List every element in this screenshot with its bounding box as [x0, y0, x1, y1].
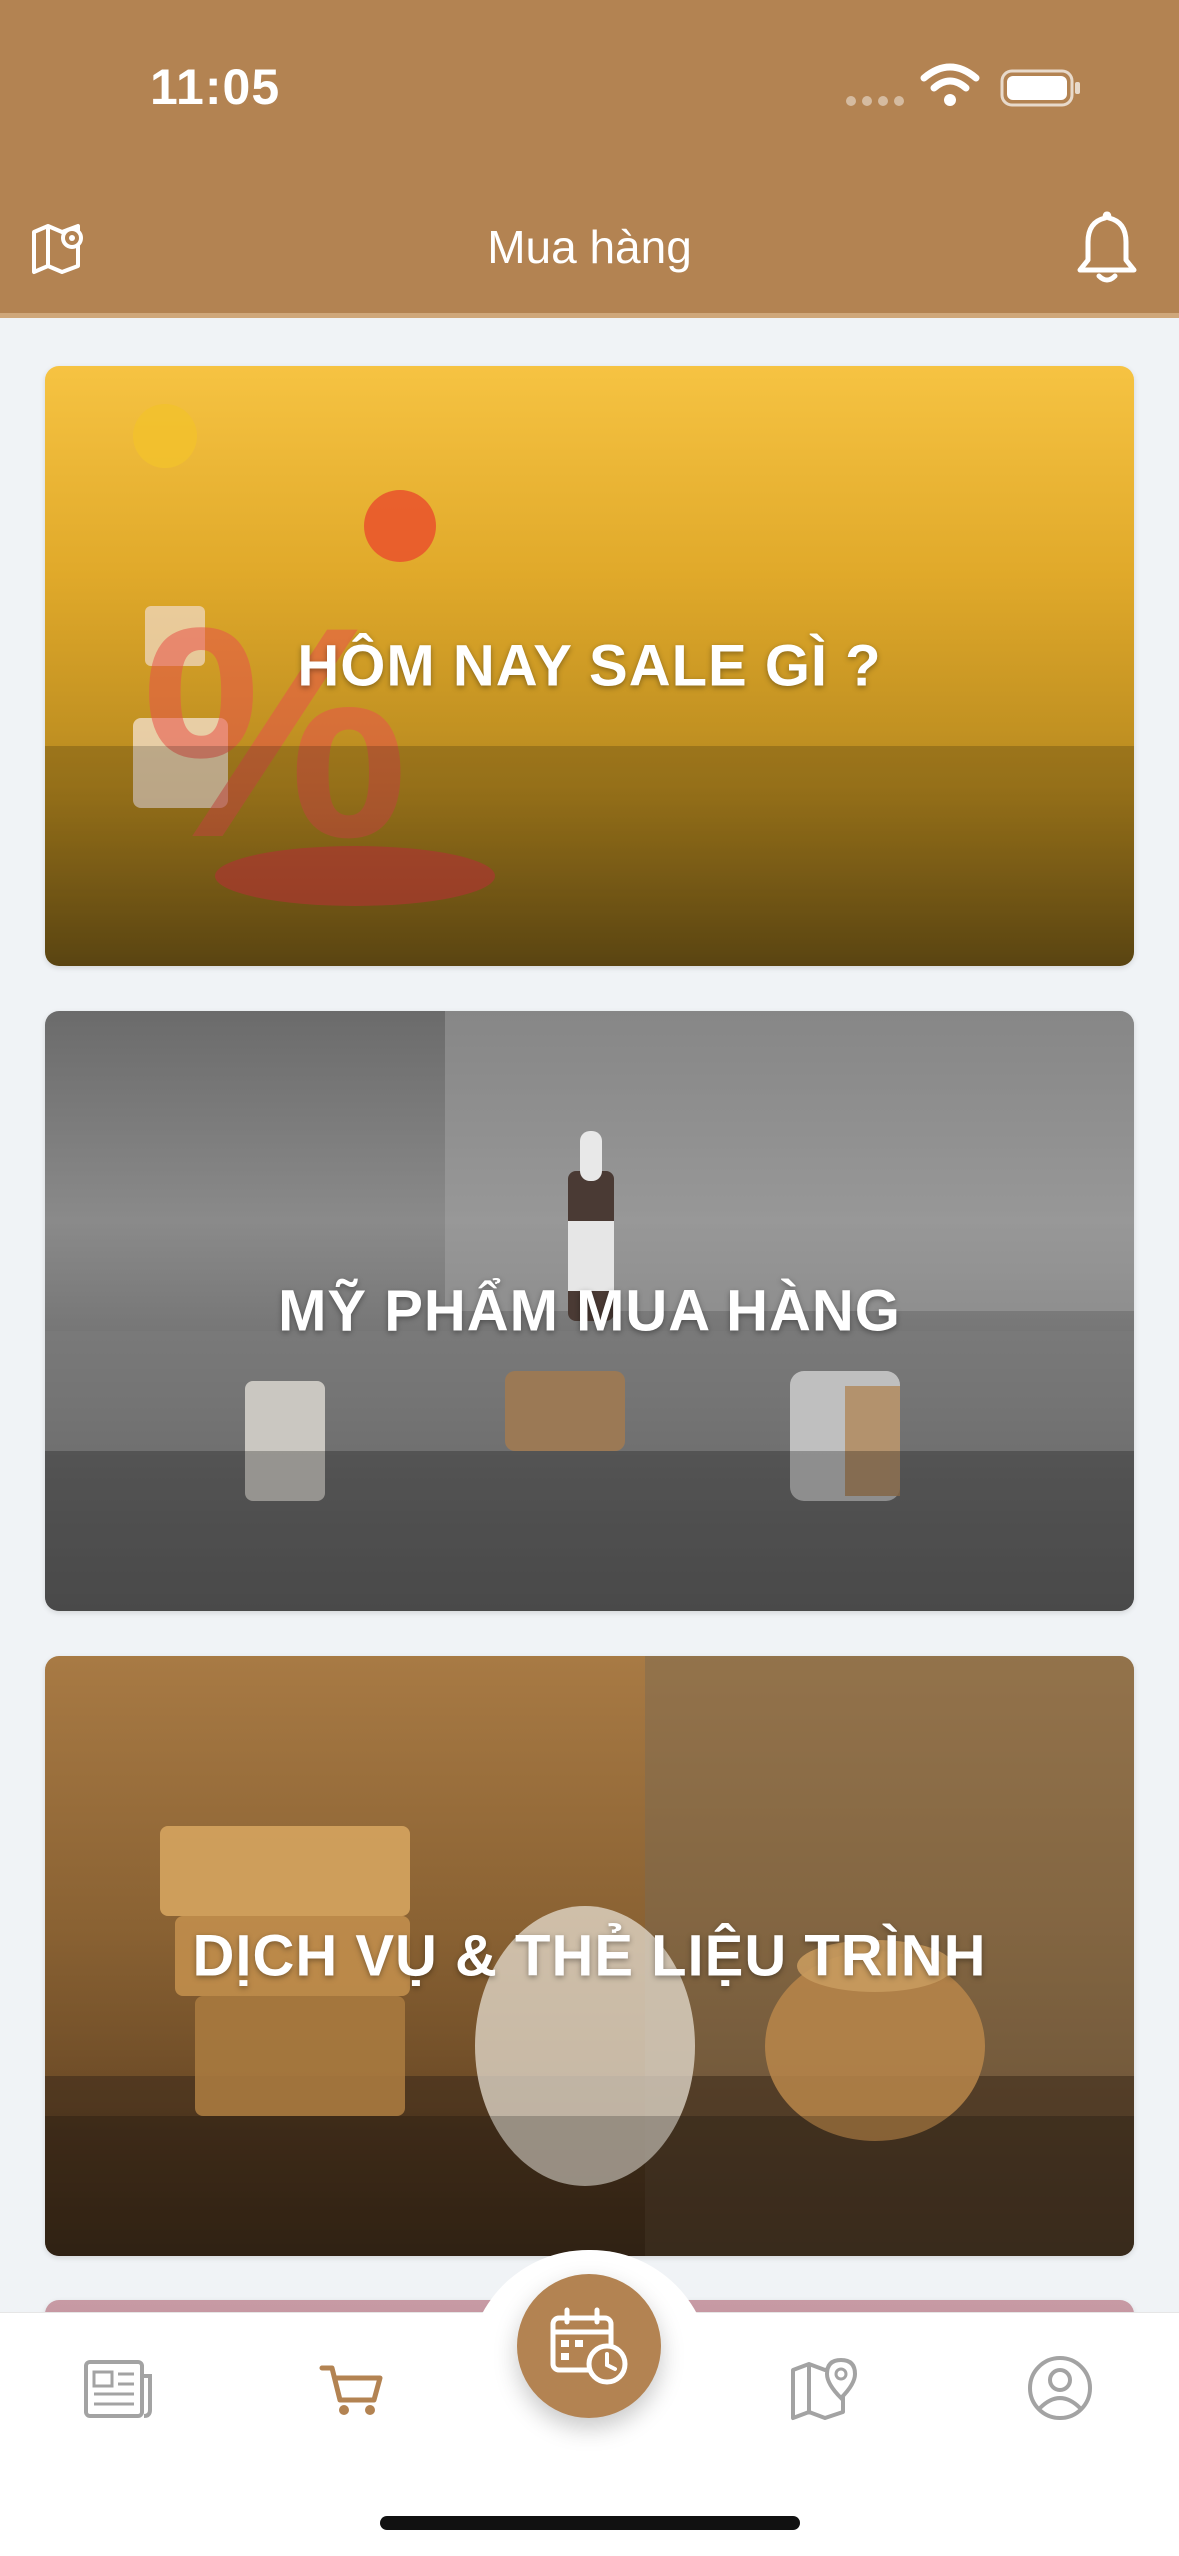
wifi-icon — [920, 63, 980, 106]
card-title: HÔM NAY SALE GÌ ? — [297, 633, 882, 699]
bell-icon[interactable] — [1072, 208, 1142, 286]
app-header: 11:05 Mua hàng — [0, 0, 1179, 318]
battery-icon — [1000, 69, 1080, 107]
booking-button[interactable] — [517, 2274, 661, 2418]
cart-icon[interactable] — [312, 2348, 392, 2428]
home-indicator[interactable] — [380, 2516, 800, 2530]
cosmetics-card[interactable]: MỸ PHẨM MUA HÀNG — [45, 1011, 1134, 1611]
card-title: MỸ PHẨM MUA HÀNG — [278, 1278, 901, 1344]
sale-today-card[interactable]: % HÔM NAY SALE GÌ ? — [45, 366, 1134, 966]
cellular-signal-icon — [846, 96, 904, 106]
purchase-screen: 11:05 Mua hàng % HÔM NAY SALE GÌ ? MỸ PH… — [0, 0, 1179, 2556]
page-title: Mua hàng — [487, 221, 692, 273]
calendar-clock-icon — [550, 2307, 628, 2385]
card-title: DỊCH VỤ & THẺ LIỆU TRÌNH — [192, 1923, 987, 1989]
status-time: 11:05 — [150, 59, 281, 115]
user-circle-icon[interactable] — [1020, 2348, 1100, 2428]
map-icon[interactable] — [785, 2348, 865, 2428]
services-treatment-card[interactable]: DỊCH VỤ & THẺ LIỆU TRÌNH — [45, 1656, 1134, 2256]
newspaper-icon[interactable] — [78, 2348, 158, 2428]
